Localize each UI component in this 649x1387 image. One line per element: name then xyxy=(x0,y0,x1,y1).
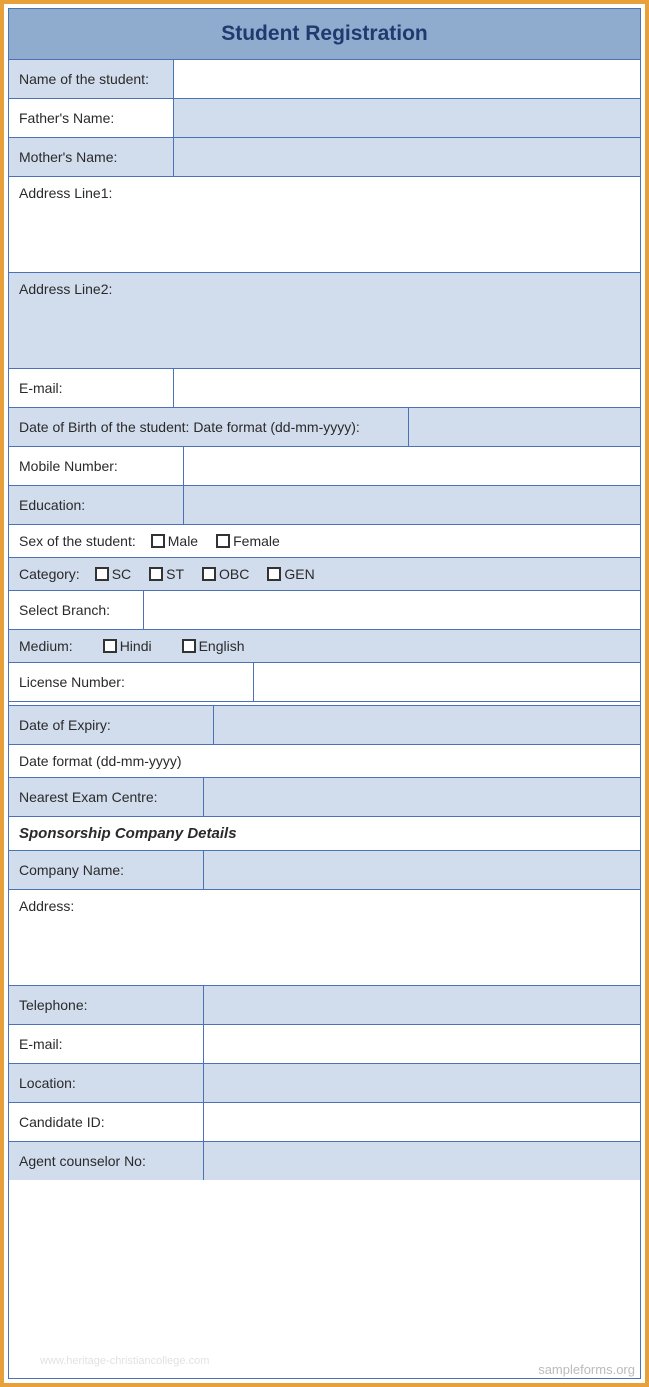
watermark-right: sampleforms.org xyxy=(538,1362,635,1377)
row-education: Education: xyxy=(9,486,640,525)
license-value[interactable] xyxy=(254,663,640,701)
medium-hindi-label: Hindi xyxy=(120,638,152,654)
dob-value[interactable] xyxy=(409,408,640,446)
category-sc-label: SC xyxy=(112,566,131,582)
medium-label: Medium: xyxy=(19,638,73,654)
row-candidate-id: Candidate ID: xyxy=(9,1103,640,1142)
addr1-label[interactable]: Address Line1: xyxy=(9,177,640,272)
row-dob: Date of Birth of the student: Date forma… xyxy=(9,408,640,447)
dob-label: Date of Birth of the student: Date forma… xyxy=(9,408,409,446)
education-label: Education: xyxy=(9,486,184,524)
email2-label: E-mail: xyxy=(9,1025,204,1063)
category-label: Category: xyxy=(19,566,80,582)
sex-label: Sex of the student: xyxy=(19,533,136,549)
row-mobile: Mobile Number: xyxy=(9,447,640,486)
row-branch: Select Branch: xyxy=(9,591,640,630)
checkbox-icon xyxy=(149,567,163,581)
row-location: Location: xyxy=(9,1064,640,1103)
location-label: Location: xyxy=(9,1064,204,1102)
row-mother: Mother's Name: xyxy=(9,138,640,177)
exam-centre-value[interactable] xyxy=(204,778,640,816)
candidate-id-label: Candidate ID: xyxy=(9,1103,204,1141)
email2-value[interactable] xyxy=(204,1025,640,1063)
checkbox-icon xyxy=(151,534,165,548)
category-gen-label: GEN xyxy=(284,566,314,582)
checkbox-icon xyxy=(95,567,109,581)
form-inner: Student Registration Name of the student… xyxy=(8,8,641,1379)
checkbox-icon xyxy=(182,639,196,653)
row-category: Category: SC ST OBC xyxy=(9,558,640,591)
branch-value[interactable] xyxy=(144,591,640,629)
row-name: Name of the student: xyxy=(9,60,640,99)
row-agent: Agent counselor No: xyxy=(9,1142,640,1180)
address-label[interactable]: Address: xyxy=(9,890,640,985)
email-label: E-mail: xyxy=(9,369,174,407)
form-title: Student Registration xyxy=(9,9,640,60)
row-telephone: Telephone: xyxy=(9,986,640,1025)
row-email: E-mail: xyxy=(9,369,640,408)
sex-female-option[interactable]: Female xyxy=(216,533,280,549)
row-addr1: Address Line1: xyxy=(9,177,640,273)
company-name-label: Company Name: xyxy=(9,851,204,889)
license-label: License Number: xyxy=(9,663,254,701)
sponsor-header: Sponsorship Company Details xyxy=(9,817,640,850)
company-name-value[interactable] xyxy=(204,851,640,889)
row-address: Address: xyxy=(9,890,640,986)
checkbox-icon xyxy=(267,567,281,581)
checkbox-icon xyxy=(216,534,230,548)
row-license: License Number: xyxy=(9,663,640,702)
exam-centre-label: Nearest Exam Centre: xyxy=(9,778,204,816)
watermark-left: www.heritage-christiancollege.com xyxy=(40,1355,209,1367)
agent-label: Agent counselor No: xyxy=(9,1142,204,1180)
mobile-value[interactable] xyxy=(184,447,640,485)
row-father: Father's Name: xyxy=(9,99,640,138)
category-obc-option[interactable]: OBC xyxy=(202,566,249,582)
mother-label: Mother's Name: xyxy=(9,138,174,176)
row-company-name: Company Name: xyxy=(9,851,640,890)
sex-male-option[interactable]: Male xyxy=(151,533,198,549)
row-email2: E-mail: xyxy=(9,1025,640,1064)
checkbox-icon xyxy=(202,567,216,581)
medium-english-label: English xyxy=(199,638,245,654)
branch-label: Select Branch: xyxy=(9,591,144,629)
name-label: Name of the student: xyxy=(9,60,174,98)
expiry-label: Date of Expiry: xyxy=(9,706,214,744)
location-value[interactable] xyxy=(204,1064,640,1102)
addr2-label[interactable]: Address Line2: xyxy=(9,273,640,368)
category-gen-option[interactable]: GEN xyxy=(267,566,314,582)
agent-value[interactable] xyxy=(204,1142,640,1180)
category-obc-label: OBC xyxy=(219,566,249,582)
category-st-option[interactable]: ST xyxy=(149,566,184,582)
medium-english-option[interactable]: English xyxy=(182,638,245,654)
medium-hindi-option[interactable]: Hindi xyxy=(103,638,152,654)
row-expiry: Date of Expiry: xyxy=(9,706,640,745)
mobile-label: Mobile Number: xyxy=(9,447,184,485)
father-value[interactable] xyxy=(174,99,640,137)
category-sc-option[interactable]: SC xyxy=(95,566,131,582)
checkbox-icon xyxy=(103,639,117,653)
row-addr2: Address Line2: xyxy=(9,273,640,369)
email-value[interactable] xyxy=(174,369,640,407)
category-st-label: ST xyxy=(166,566,184,582)
row-sex: Sex of the student: Male Female xyxy=(9,525,640,558)
education-value[interactable] xyxy=(184,486,640,524)
mother-value[interactable] xyxy=(174,138,640,176)
row-exam-centre: Nearest Exam Centre: xyxy=(9,778,640,817)
form-frame: Student Registration Name of the student… xyxy=(0,0,649,1387)
row-date-format: Date format (dd-mm-yyyy) xyxy=(9,745,640,778)
telephone-value[interactable] xyxy=(204,986,640,1024)
row-medium: Medium: Hindi English xyxy=(9,630,640,663)
sex-female-label: Female xyxy=(233,533,280,549)
sex-male-label: Male xyxy=(168,533,198,549)
telephone-label: Telephone: xyxy=(9,986,204,1024)
expiry-value[interactable] xyxy=(214,706,640,744)
row-sponsor-header: Sponsorship Company Details xyxy=(9,817,640,851)
name-value[interactable] xyxy=(174,60,640,98)
date-format-label: Date format (dd-mm-yyyy) xyxy=(9,745,640,777)
father-label: Father's Name: xyxy=(9,99,174,137)
candidate-id-value[interactable] xyxy=(204,1103,640,1141)
